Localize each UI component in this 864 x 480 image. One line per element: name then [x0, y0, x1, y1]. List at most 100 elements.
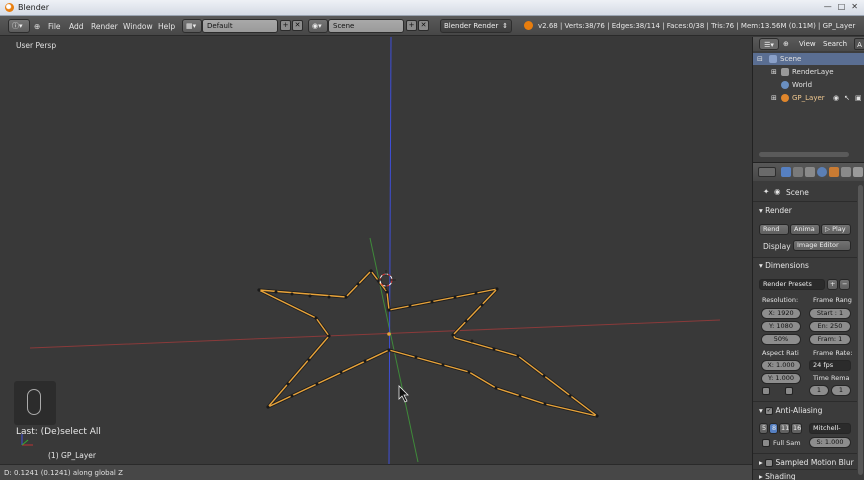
shading-label: Shading: [765, 472, 796, 480]
scene-name-field[interactable]: Scene: [328, 19, 404, 33]
shading-section-header[interactable]: ▸ Shading: [759, 472, 796, 480]
display-select[interactable]: Image Editor: [793, 240, 851, 251]
pin-icon[interactable]: ✦: [763, 187, 769, 196]
cursor-select-icon[interactable]: ↖: [844, 92, 850, 104]
scene-icon: [769, 55, 777, 63]
world-tab-icon[interactable]: [817, 167, 827, 177]
filter-size-field[interactable]: S: 1.000: [809, 437, 851, 448]
star-outline-shape[interactable]: [257, 269, 599, 418]
eye-icon[interactable]: ◉: [833, 92, 839, 104]
outliner-editor-type-button[interactable]: ☰▾: [759, 38, 779, 50]
transform-status-text: D: 0.1241 (0.1241) along global Z: [4, 469, 123, 477]
editor-type-button[interactable]: ⓘ▾: [8, 19, 30, 33]
anti-aliasing-checkbox[interactable]: ✓: [765, 407, 774, 415]
close-icon[interactable]: ✕: [851, 2, 858, 11]
expand-toggle-icon[interactable]: ⊞: [771, 66, 777, 78]
layout-name-field[interactable]: Default: [202, 19, 278, 33]
menu-render[interactable]: Render: [91, 22, 118, 31]
properties-editor-type-button[interactable]: [758, 167, 776, 177]
outliner-item-renderlayers[interactable]: ⊞ RenderLaye: [753, 66, 864, 78]
outliner-panel: ☰▾ ⊕ View Search A ⊟ Scene ⊞ RenderLaye …: [752, 37, 864, 162]
aa-filter-select[interactable]: Mitchell-: [809, 423, 851, 434]
layout-add-icon[interactable]: +: [280, 20, 291, 31]
time-remap-new-field[interactable]: 1: [831, 385, 851, 396]
scene-context-label: Scene: [786, 188, 809, 197]
layout-browse-button[interactable]: ▦▾: [182, 19, 202, 33]
resolution-y-field[interactable]: Y: 1080: [761, 321, 801, 332]
crop-checkbox[interactable]: [785, 387, 793, 395]
motion-blur-checkbox[interactable]: [765, 459, 774, 467]
preset-remove-icon[interactable]: −: [839, 279, 850, 290]
camera-render-icon[interactable]: ▣: [855, 92, 862, 104]
outliner-search-menu[interactable]: Search: [823, 38, 847, 50]
frame-range-label: Frame Rang: [813, 296, 852, 304]
render-engine-select[interactable]: Blender Render ⇕: [440, 19, 512, 33]
scene-browse-button[interactable]: ◉▾: [308, 19, 328, 33]
resolution-percentage-field[interactable]: 50%: [761, 334, 801, 345]
outliner-item-label: RenderLaye: [792, 68, 834, 76]
maximize-icon[interactable]: □: [838, 2, 846, 11]
render-presets-select[interactable]: Render Presets: [759, 279, 825, 290]
outliner-item-world[interactable]: World: [753, 79, 864, 91]
outliner-horizontal-scrollbar[interactable]: [759, 152, 849, 157]
resolution-x-field[interactable]: X: 1920: [761, 308, 801, 319]
play-button[interactable]: ▷ Play: [821, 224, 851, 235]
aa-samples-16[interactable]: 16: [791, 423, 802, 434]
layout-remove-icon[interactable]: ✕: [292, 20, 303, 31]
menu-help[interactable]: Help: [158, 22, 175, 31]
border-checkbox[interactable]: [762, 387, 770, 395]
frame-end-field[interactable]: En: 250: [809, 321, 851, 332]
motion-blur-section-header[interactable]: ▸ Sampled Motion Blur: [759, 458, 854, 467]
viewport-scene: [21, 37, 721, 464]
outliner-item-label: World: [792, 81, 813, 89]
full-sample-checkbox[interactable]: [762, 439, 770, 447]
menu-window[interactable]: Window: [123, 22, 153, 31]
frame-step-field[interactable]: Fram: 1: [809, 334, 851, 345]
render-tab-camera-icon[interactable]: [781, 167, 791, 177]
time-remap-old-field[interactable]: 1: [809, 385, 829, 396]
object-tab-icon[interactable]: [829, 167, 839, 177]
divider: [753, 201, 857, 202]
minimize-icon[interactable]: —: [824, 2, 832, 11]
3d-viewport[interactable]: User Persp Last: (De)select All (1) GP_L…: [0, 37, 752, 464]
frame-rate-value: 24 fps: [813, 361, 834, 369]
scene-tab-icon[interactable]: [805, 167, 815, 177]
frame-start-field[interactable]: Start : 1: [809, 308, 851, 319]
preset-add-icon[interactable]: +: [827, 279, 838, 290]
aa-samples-8[interactable]: 8: [769, 423, 778, 434]
render-image-button[interactable]: Rend: [759, 224, 789, 235]
layout-grid-icon: ▦▾: [186, 22, 197, 30]
outliner-display-mode-button[interactable]: A: [854, 38, 864, 50]
modifiers-tab-icon[interactable]: [853, 167, 863, 177]
motion-blur-label: Sampled Motion Blur: [775, 458, 854, 467]
outliner-item-scene[interactable]: ⊟ Scene: [753, 53, 864, 65]
collapse-toggle-icon[interactable]: ⊟: [757, 53, 763, 65]
properties-panel: ✦ ◉ Scene ▾ Render Rend Anima ▷ Play Dis…: [752, 162, 864, 480]
outliner-view-menu[interactable]: View: [799, 38, 816, 50]
constraints-tab-icon[interactable]: [841, 167, 851, 177]
aspect-x-field[interactable]: X: 1.000: [761, 360, 801, 371]
dimensions-section-header[interactable]: ▾ Dimensions: [759, 261, 809, 270]
render-animation-button[interactable]: Anima: [790, 224, 820, 235]
3d-cursor-icon[interactable]: [376, 270, 396, 290]
aspect-y-field[interactable]: Y: 1.000: [761, 373, 801, 384]
aa-samples-11[interactable]: 11: [779, 423, 790, 434]
play-label: Play: [832, 225, 846, 233]
outliner-collapse-icon[interactable]: ⊕: [783, 38, 789, 50]
render-presets-label: Render Presets: [763, 280, 812, 288]
scene-add-icon[interactable]: +: [406, 20, 417, 31]
scene-remove-icon[interactable]: ✕: [418, 20, 429, 31]
x-axis-line: [29, 319, 721, 349]
render-section-header[interactable]: ▾ Render: [759, 206, 792, 215]
last-operator-label[interactable]: Last: (De)select All: [16, 427, 101, 437]
menu-file[interactable]: File: [48, 22, 61, 31]
anti-aliasing-section-header[interactable]: ▾ ✓ Anti-Aliasing: [759, 406, 822, 415]
frame-rate-select[interactable]: 24 fps: [809, 360, 851, 371]
menu-add[interactable]: Add: [69, 22, 84, 31]
aa-samples-5[interactable]: 5: [759, 423, 768, 434]
outliner-item-gp-layer[interactable]: ⊞ GP_Layer ◉ ↖ ▣: [753, 92, 864, 104]
properties-vertical-scrollbar[interactable]: [858, 185, 863, 475]
render-layers-tab-icon[interactable]: [793, 167, 803, 177]
collapse-menu-icon[interactable]: ⊕: [34, 22, 40, 31]
expand-toggle-icon[interactable]: ⊞: [771, 92, 777, 104]
